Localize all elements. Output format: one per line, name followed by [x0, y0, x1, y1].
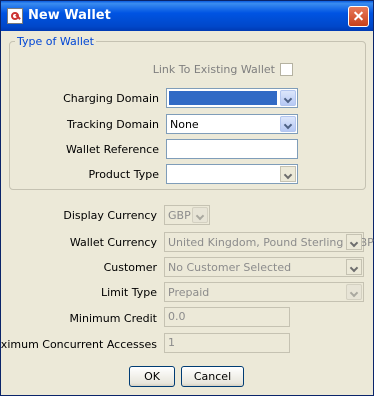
customer-select[interactable]: No Customer Selected: [164, 257, 364, 277]
link-existing-wallet-label: Link To Existing Wallet: [152, 63, 275, 76]
display-currency-value: GBP: [168, 209, 191, 222]
close-button[interactable]: [348, 6, 369, 27]
chevron-down-icon[interactable]: [280, 90, 296, 106]
wallet-currency-select[interactable]: United Kingdom, Pound Sterling (GBP): [164, 232, 374, 252]
limit-type-select[interactable]: Prepaid: [164, 282, 364, 302]
chevron-down-icon[interactable]: [346, 234, 362, 250]
display-currency-label: Display Currency: [63, 209, 157, 222]
tracking-domain-label: Tracking Domain: [67, 118, 159, 131]
wallet-currency-value: United Kingdom, Pound Sterling (GBP): [168, 236, 374, 249]
limit-type-value: Prepaid: [168, 286, 210, 299]
product-type-select[interactable]: [166, 164, 298, 184]
wallet-currency-label: Wallet Currency: [69, 236, 157, 249]
wallet-reference-input[interactable]: [166, 139, 298, 159]
customer-label: Customer: [103, 261, 157, 274]
max-concurrent-label: Maximum Concurrent Accesses: [0, 338, 157, 351]
ok-button[interactable]: OK: [129, 366, 175, 387]
title-bar[interactable]: New Wallet: [1, 1, 373, 31]
wallet-app-icon: [7, 8, 23, 24]
window-title: New Wallet: [28, 8, 111, 23]
chevron-down-icon[interactable]: [346, 259, 362, 275]
display-currency-select[interactable]: GBP: [164, 205, 210, 225]
charging-domain-label: Charging Domain: [63, 92, 159, 105]
chevron-down-icon[interactable]: [280, 166, 296, 182]
group-title: Type of Wallet: [15, 35, 96, 48]
link-existing-wallet-checkbox[interactable]: [280, 63, 293, 76]
tracking-domain-value: None: [170, 118, 199, 131]
minimum-credit-input[interactable]: 0.0: [164, 307, 290, 327]
chevron-down-icon[interactable]: [192, 207, 208, 223]
minimum-credit-label: Minimum Credit: [69, 312, 157, 325]
tracking-domain-select[interactable]: None: [166, 114, 298, 134]
chevron-down-icon[interactable]: [346, 284, 362, 300]
wallet-reference-label: Wallet Reference: [66, 143, 159, 156]
product-type-label: Product Type: [88, 168, 159, 181]
customer-value: No Customer Selected: [168, 261, 292, 274]
max-concurrent-input[interactable]: 1: [164, 333, 290, 353]
cancel-button[interactable]: Cancel: [181, 366, 244, 387]
chevron-down-icon[interactable]: [280, 116, 296, 132]
charging-domain-selection: [169, 91, 277, 105]
charging-domain-select[interactable]: [166, 88, 298, 108]
limit-type-label: Limit Type: [100, 286, 157, 299]
